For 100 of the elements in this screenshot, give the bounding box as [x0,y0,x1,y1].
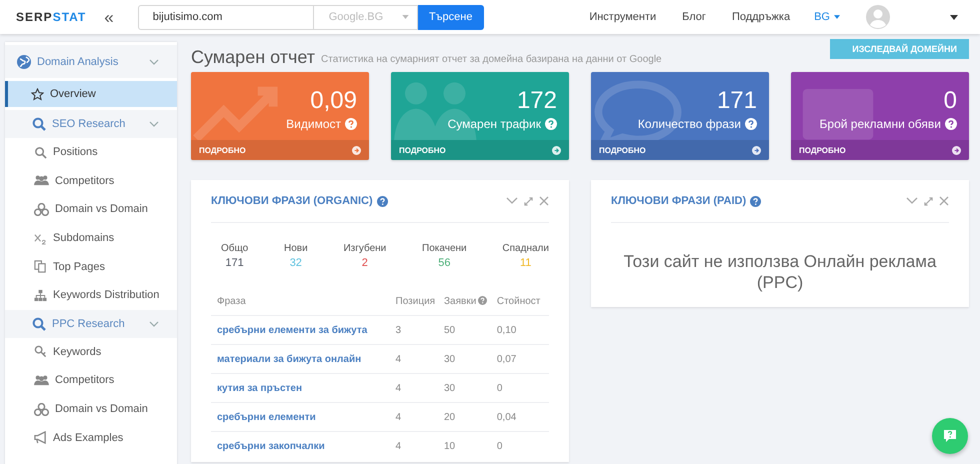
pages-icon [34,260,47,274]
stat-value: 32 [290,257,302,269]
megaphone-icon [34,431,47,444]
users-icon [34,374,49,387]
caret-icon[interactable] [950,14,958,20]
card-footer[interactable]: ПОДРОБНО [191,140,369,160]
card-footer[interactable]: ПОДРОБНО [791,140,969,160]
table-cell: 4 [396,440,402,452]
language-selector[interactable]: BG [814,11,830,23]
sidebar-item[interactable]: Positions [5,138,177,167]
panel-title: КЛЮЧОВИ ФРАЗИ (PAID) [611,195,746,207]
chevron-icon[interactable] [506,197,518,205]
search-icon [32,316,46,331]
nav-link[interactable]: Инструменти [589,11,656,23]
item-label: Subdomains [53,232,114,244]
search-button[interactable]: Търсене [418,4,484,30]
logo-text: STAT [52,10,86,24]
help-icon [945,118,957,130]
caret-icon [834,15,840,19]
sidebar-item[interactable]: Competitors [5,366,177,395]
help-icon [545,118,557,130]
stat-label: Изгубени [343,243,386,254]
search-icon [34,146,47,159]
sidebar-item[interactable]: Ads Examples [5,423,177,452]
column-header: Фраза [217,296,246,306]
sidebar-item[interactable]: Top Pages [5,252,177,281]
item-label: Top Pages [53,260,105,273]
column-header: Заявки [444,296,476,306]
table-cell: 3 [396,324,402,336]
chevron-icon[interactable] [906,197,918,205]
keyword-link[interactable]: материали за бижута онлайн [217,354,362,364]
card-footer[interactable]: ПОДРОБНО [391,140,569,160]
keyword-link[interactable]: сребърни елементи [217,412,316,422]
page-subtitle: Статистика на сумарният отчет за домейна базирана на данни от Google [321,54,662,65]
section-title: PPC Research [52,318,126,330]
keyword-link[interactable]: кутия за пръстен [217,382,302,394]
card-value: 171 [716,88,757,114]
empty-message: Този сайт не използва Онлайн реклама (PPC) [622,251,938,293]
arrow-circle-icon [552,146,561,154]
stat-value: 11 [520,257,532,269]
chat-button[interactable] [932,418,968,454]
page-title: Сумарен отчет [191,48,316,66]
card-footer[interactable]: ПОДРОБНО [591,140,769,160]
details-link[interactable]: ПОДРОБНО [399,146,446,154]
expand-icon[interactable] [524,196,533,206]
item-label: Overview [50,88,96,100]
details-link[interactable]: ПОДРОБНО [599,146,646,154]
details-link[interactable]: ПОДРОБНО [199,146,246,154]
stat-label: Нови [284,243,308,254]
sidebar-item[interactable]: Keywords Distribution [5,280,177,310]
chat-icon [942,428,958,444]
chevron-icon [149,121,159,127]
sidebar-item[interactable]: Domain vs Domain [5,394,177,424]
section-title: Domain Analysis [37,56,120,68]
avatar-icon[interactable] [866,5,890,29]
nav-link[interactable]: Блог [682,11,706,23]
keyword-link[interactable]: сребърни закопчалки [217,440,325,452]
chevron-icon [149,58,159,64]
column-header: Позиция [396,296,436,306]
nav-link[interactable]: Поддръжка [732,11,790,23]
card-value: 0 [942,88,957,114]
table-cell: 20 [444,412,456,422]
sidebar-item[interactable]: Overview [5,81,177,107]
table-cell: 0,07 [496,354,516,364]
chevron-icon [149,320,159,327]
search-field[interactable]: bijutisimo.com [138,4,314,30]
expand-icon[interactable] [924,196,933,206]
stat-value: 56 [438,257,450,269]
section-title: SEO Research [52,118,126,130]
table-cell: 10 [444,440,456,452]
logo-text: SERP [16,10,53,24]
collapse-button[interactable]: « [100,8,118,26]
stat-label: Общо [221,243,248,254]
item-label: Keywords [53,346,102,358]
circles-icon [34,202,49,216]
stat-label: Покачени [422,243,467,254]
arrow-circle-icon [952,146,961,154]
stat-value: 171 [225,257,244,269]
table-cell: 0,04 [496,412,516,422]
column-header: Стойност [496,296,540,306]
stat-value: 2 [362,257,368,269]
table-cell: 4 [396,382,402,394]
sidebar-item[interactable]: Domain vs Domain [5,195,177,224]
help-icon [750,196,762,206]
card-label: Брой рекламни обяви [820,117,941,131]
table-cell: 30 [444,354,456,364]
caret-icon [402,15,409,19]
table-cell: 4 [396,412,402,422]
details-link[interactable]: ПОДРОБНО [799,146,846,154]
close-icon[interactable] [939,196,949,206]
sidebar-item[interactable]: Subdomains [5,224,177,252]
table-cell: 0 [496,440,502,452]
close-icon[interactable] [539,196,549,206]
sidebar-item[interactable]: Competitors [5,166,177,196]
star-icon [31,88,44,100]
help-icon [745,118,757,130]
item-label: Positions [53,146,98,158]
sidebar-item[interactable]: Keywords [5,338,177,366]
table-cell: 30 [444,382,456,394]
keyword-link[interactable]: сребърни елементи за бижута [217,324,368,336]
